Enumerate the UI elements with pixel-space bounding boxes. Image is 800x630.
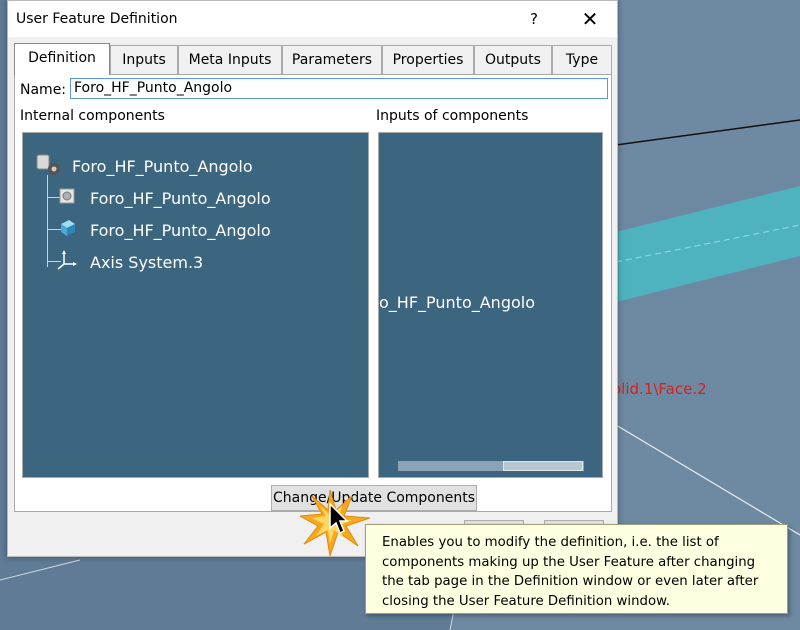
internal-components-tree[interactable]: Foro_HF_Punto_Angolo Foro_HF_Punto_Angol… [22, 132, 369, 478]
horizontal-scrollbar-thumb[interactable] [503, 461, 583, 471]
tree-item-user-feature[interactable]: Foro_HF_Punto_Angolo [72, 157, 253, 176]
click-cursor-icon [300, 489, 371, 557]
face-annotation: olid.1\Face.2 [612, 380, 707, 398]
tree-item-axis-system[interactable]: Axis System.3 [90, 253, 203, 272]
internal-components-label: Internal components [20, 108, 165, 124]
title-bar[interactable]: User Feature Definition ? ✕ [8, 1, 617, 37]
axis-system-icon [57, 250, 77, 270]
tab-parameters[interactable]: Parameters [282, 45, 382, 74]
edge-line [0, 559, 81, 581]
tab-properties[interactable]: Properties [382, 45, 474, 74]
tree-item-solid-body[interactable]: Foro_HF_Punto_Angolo [90, 221, 271, 240]
tab-definition[interactable]: Definition [14, 43, 110, 75]
close-button[interactable]: ✕ [572, 6, 608, 32]
tooltip-text: Enables you to modify the definition, i.… [382, 535, 759, 609]
tab-outputs[interactable]: Outputs [474, 45, 552, 74]
help-button[interactable]: ? [518, 7, 550, 31]
user-feature-definition-dialog: User Feature Definition ? ✕ Definition I… [7, 0, 618, 557]
tree-connector [47, 175, 48, 267]
tooltip: Enables you to modify the definition, i.… [365, 524, 788, 614]
inputs-of-components-label: Inputs of components [376, 108, 529, 124]
name-input[interactable]: Foro_HF_Punto_Angolo [70, 78, 608, 99]
solid-body-icon [61, 220, 75, 236]
name-label: Name: [20, 82, 67, 98]
input-item[interactable]: o_HF_Punto_Angolo [379, 293, 535, 312]
tab-meta-inputs[interactable]: Meta Inputs [178, 45, 282, 74]
tab-type[interactable]: Type [552, 45, 612, 74]
hole-feature-icon [59, 188, 75, 204]
tree-item-hole-feature[interactable]: Foro_HF_Punto_Angolo [90, 189, 271, 208]
user-feature-icon [36, 154, 60, 175]
dialog-title: User Feature Definition [16, 11, 178, 27]
tab-inputs[interactable]: Inputs [110, 45, 178, 74]
